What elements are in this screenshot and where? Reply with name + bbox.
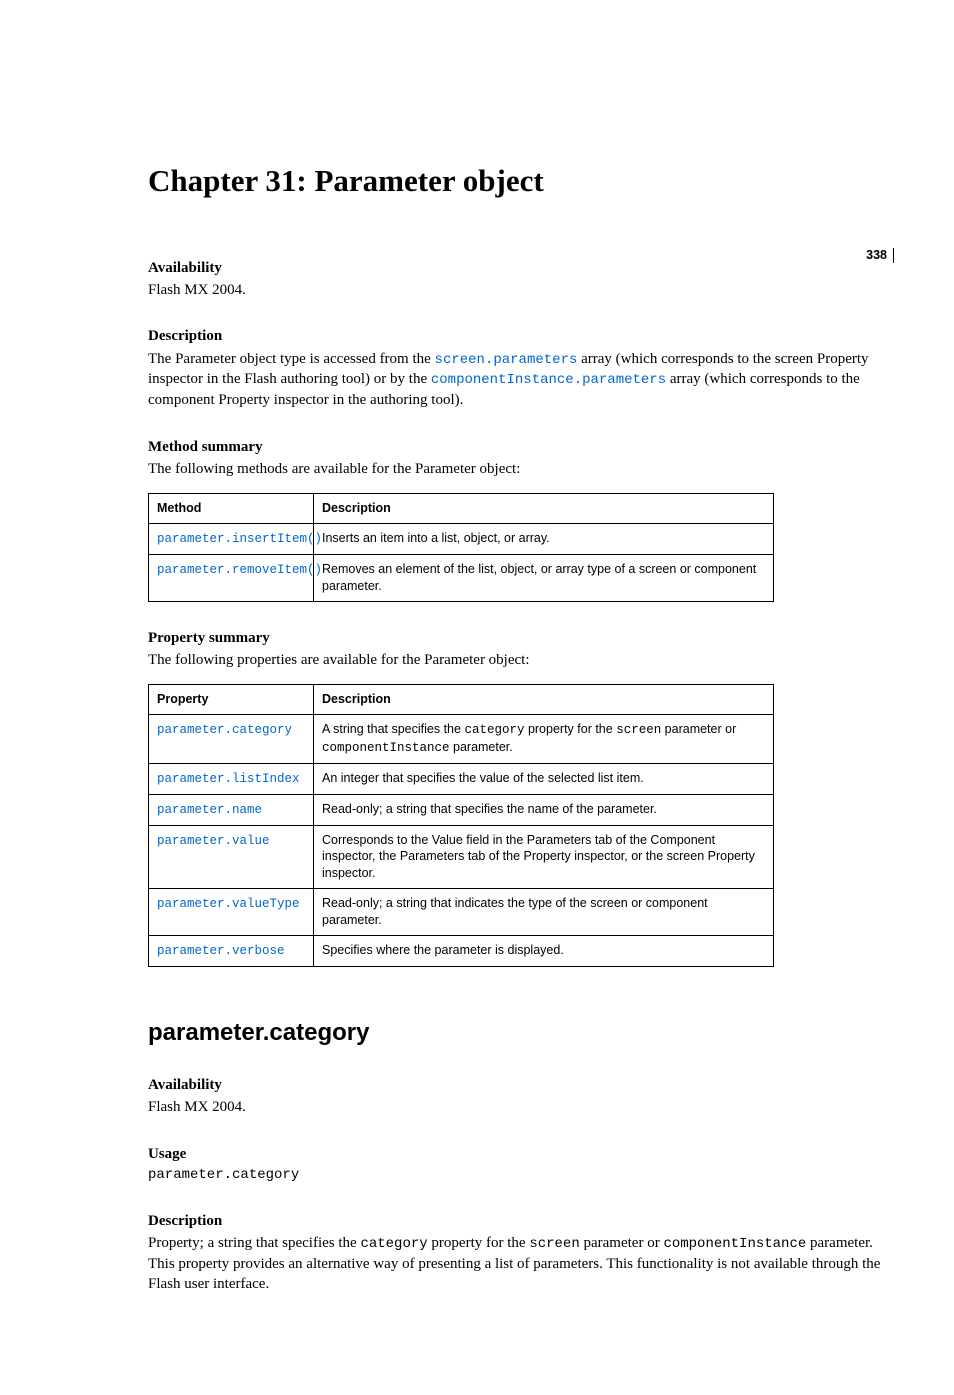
availability-text: Flash MX 2004. [148,1097,894,1117]
link-componentinstance-parameters[interactable]: componentInstance.parameters [431,372,666,388]
usage-label: Usage [148,1144,894,1164]
link-parameter-removeitem[interactable]: parameter.removeItem() [157,563,322,577]
desc-fragment: A string that specifies the [322,722,464,736]
description-header: Description [314,685,774,715]
usage-text: parameter.category [148,1166,894,1185]
table-header-row: Property Description [149,685,774,715]
code-inline: category [360,1236,427,1252]
availability-text: Flash MX 2004. [148,280,894,300]
link-screen-parameters[interactable]: screen.parameters [435,352,578,368]
table-row: parameter.verbose Specifies where the pa… [149,935,774,966]
property-header: Property [149,685,314,715]
table-header-row: Method Description [149,494,774,524]
method-header: Method [149,494,314,524]
property-summary-label: Property summary [148,628,894,648]
chapter-title: Chapter 31: Parameter object [148,160,894,202]
property-summary-intro: The following properties are available f… [148,650,894,670]
desc-fragment: property for the [524,722,616,736]
page-container: 338 Chapter 31: Parameter object Availab… [0,160,954,1395]
desc-fragment: Property; a string that specifies the [148,1235,360,1251]
link-parameter-name[interactable]: parameter.name [157,803,262,817]
desc-fragment: parameter or [580,1235,664,1251]
method-description: Removes an element of the list, object, … [314,554,774,601]
section-title: parameter.category [148,1017,894,1049]
link-parameter-valuetype[interactable]: parameter.valueType [157,897,300,911]
code-inline: componentInstance [322,741,450,755]
description-header: Description [314,494,774,524]
description-text: Property; a string that specifies the ca… [148,1233,894,1294]
availability-label: Availability [148,1075,894,1095]
method-summary-intro: The following methods are available for … [148,459,894,479]
table-row: parameter.insertItem() Inserts an item i… [149,524,774,555]
desc-fragment: parameter or [661,722,736,736]
link-parameter-verbose[interactable]: parameter.verbose [157,944,285,958]
code-inline: category [464,723,524,737]
link-parameter-value[interactable]: parameter.value [157,834,270,848]
method-summary-label: Method summary [148,437,894,457]
table-row: parameter.value Corresponds to the Value… [149,825,774,889]
desc-fragment: parameter. [450,740,513,754]
property-description: Read-only; a string that specifies the n… [314,794,774,825]
desc-fragment: property for the [428,1235,530,1251]
property-summary-table: Property Description parameter.category … [148,684,774,967]
description-fragment: The Parameter object type is accessed fr… [148,351,435,367]
code-inline: screen [616,723,661,737]
link-parameter-insertitem[interactable]: parameter.insertItem() [157,532,322,546]
property-description: Specifies where the parameter is display… [314,935,774,966]
description-label: Description [148,326,894,346]
method-description: Inserts an item into a list, object, or … [314,524,774,555]
property-description: Corresponds to the Value field in the Pa… [314,825,774,889]
table-row: parameter.removeItem() Removes an elemen… [149,554,774,601]
method-summary-table: Method Description parameter.insertItem(… [148,493,774,602]
page-number: 338 [866,248,894,263]
description-label: Description [148,1211,894,1231]
link-parameter-category[interactable]: parameter.category [157,723,292,737]
table-row: parameter.valueType Read-only; a string … [149,889,774,936]
link-parameter-listindex[interactable]: parameter.listIndex [157,772,300,786]
table-row: parameter.listIndex An integer that spec… [149,763,774,794]
code-inline: screen [529,1236,579,1252]
property-description: An integer that specifies the value of t… [314,763,774,794]
table-row: parameter.name Read-only; a string that … [149,794,774,825]
description-text: The Parameter object type is accessed fr… [148,349,894,411]
table-row: parameter.category A string that specifi… [149,715,774,764]
property-description: Read-only; a string that indicates the t… [314,889,774,936]
code-inline: componentInstance [663,1236,806,1252]
property-description: A string that specifies the category pro… [314,715,774,764]
availability-label: Availability [148,258,894,278]
